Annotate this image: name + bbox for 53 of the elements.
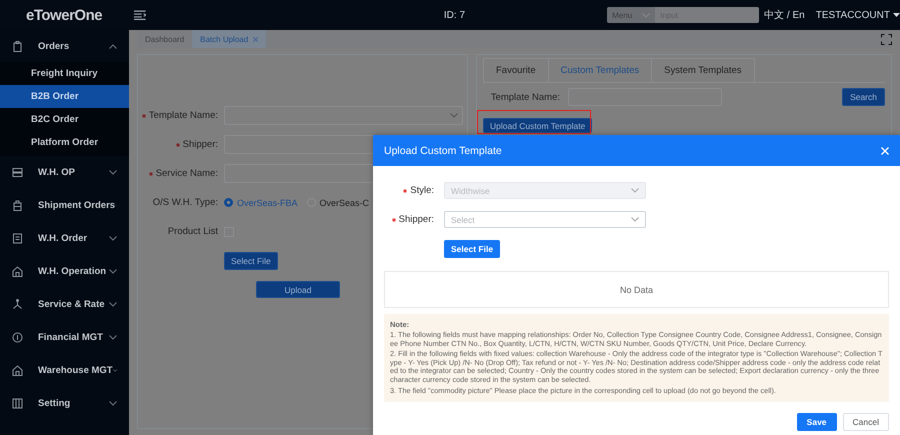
field-label: Shipper:	[182, 139, 218, 150]
sidebar-menu-item[interactable]: Warehouse MGT	[0, 354, 129, 387]
search-button[interactable]: Search	[842, 88, 885, 106]
field-label: O/S W.H. Type:	[152, 197, 219, 208]
sidebar-submenu-item[interactable]: B2B Order	[0, 85, 129, 108]
chevron-down-icon	[631, 188, 639, 193]
chevron-down-icon	[631, 217, 639, 222]
sidebar-menu-item[interactable]: Shipment Orders	[0, 189, 129, 222]
upload-button[interactable]: Upload	[256, 281, 340, 298]
account-id: ID: 7	[444, 10, 466, 20]
field-label: Template Name:	[148, 110, 218, 121]
sidebar-menu-item[interactable]: Service & Rate	[0, 288, 129, 321]
chevron-icon	[109, 44, 117, 48]
sidebar-menu-item[interactable]: W.H. OP	[0, 156, 129, 189]
select-file-button[interactable]: Select File	[444, 240, 500, 258]
sidebar-menu-item[interactable]: W.H. Order	[0, 222, 129, 255]
sidebar-menu-item[interactable]: Setting	[0, 387, 129, 420]
menu-toggle-icon[interactable]	[134, 10, 146, 20]
chevron-icon	[109, 335, 117, 340]
select-file-button[interactable]: Select File	[224, 252, 278, 270]
field-label: Product List	[166, 226, 219, 237]
chevron-icon	[109, 302, 117, 307]
cancel-button[interactable]: Cancel	[842, 413, 889, 432]
caret-down-icon	[892, 13, 900, 17]
sidebar-menu-item[interactable]: Financial MGT	[0, 321, 129, 354]
upload-custom-template-button[interactable]: Upload Custom Template	[483, 118, 592, 133]
template-tab[interactable]: Favourite	[483, 58, 549, 82]
template-tab[interactable]: System Templates	[651, 58, 755, 82]
sidebar-submenu-item[interactable]: Freight Inquiry	[0, 62, 129, 85]
chevron-icon	[112, 368, 117, 373]
sidebar-menu-item[interactable]: W.H. Operation	[0, 255, 129, 288]
chevron-icon	[109, 401, 117, 406]
sidebar-submenu-item[interactable]: Platform Order	[0, 131, 129, 154]
sidebar-menu-item[interactable]: Orders	[0, 30, 129, 62]
chevron-down-icon	[450, 113, 458, 118]
radio-option[interactable]: OverSeas-C	[306, 198, 370, 208]
fullscreen-icon[interactable]	[881, 34, 892, 45]
language-link[interactable]: 中文 / En	[764, 8, 805, 22]
empty-message: No Data	[620, 284, 654, 294]
logo: eTowerOne	[25, 6, 104, 24]
chevron-icon	[109, 170, 117, 175]
chevron-icon	[109, 236, 117, 241]
chevron-down-icon	[642, 12, 650, 18]
field-label: Template Name:	[490, 92, 561, 102]
save-button[interactable]: Save	[796, 413, 837, 432]
sidebar-submenu-item[interactable]: B2C Order	[0, 108, 129, 131]
dialog-title: Upload Custom Template	[384, 144, 502, 156]
account-menu[interactable]: TESTACCOUNT	[816, 10, 900, 20]
field-label: Service Name:	[156, 168, 218, 179]
field-label: Style:	[410, 185, 434, 196]
select-field[interactable]	[224, 106, 463, 125]
chevron-icon	[109, 269, 117, 274]
field-label: Shipper:	[398, 214, 434, 225]
